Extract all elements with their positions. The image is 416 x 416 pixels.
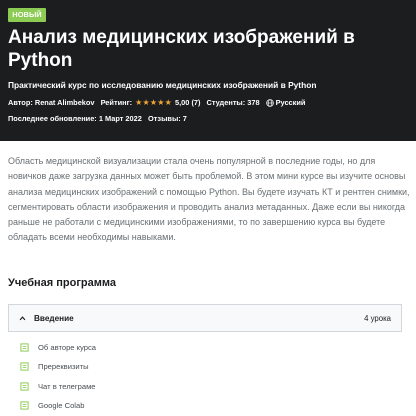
section-title: Введение [34, 313, 74, 323]
course-title: Анализ медицинских изображений в Python [8, 27, 355, 71]
reviews-count: Отзывы: 7 [148, 114, 187, 123]
chevron-up-icon [19, 315, 26, 320]
section-accordion-header[interactable]: Введение 4 урока [8, 304, 402, 332]
lesson-title: Об авторе курса [38, 343, 96, 353]
course-language: Русский [275, 98, 306, 107]
lesson-list: Об авторе курса Пререквизиты Чат в телег… [20, 338, 96, 415]
lesson-title: Пререквизиты [38, 362, 89, 372]
course-meta: Автор: Renat Alimbekov Рейтинг: ★★★★★ 5,… [8, 98, 305, 107]
course-header: НОВЫЙ Анализ медицинских изображений в P… [0, 0, 416, 141]
curriculum-title: Учебная программа [8, 277, 116, 289]
globe-icon [265, 98, 274, 107]
rating-label: Рейтинг: [100, 98, 133, 107]
lesson-item[interactable]: Об авторе курса [20, 338, 96, 357]
section-lesson-count: 4 урока [364, 313, 391, 323]
lesson-item[interactable]: Пререквизиты [20, 357, 96, 376]
students-count: Студенты: 378 [206, 98, 260, 107]
document-icon [20, 362, 29, 372]
document-icon [20, 343, 29, 352]
course-subtitle: Практический курс по исследованию медици… [8, 80, 317, 90]
document-icon [20, 382, 29, 391]
course-description: Область медицинской визуализации стала о… [8, 156, 410, 243]
document-icon [20, 401, 29, 410]
rating-stars: ★★★★★ [135, 98, 172, 107]
lesson-title: Чат в телеграме [38, 381, 96, 391]
last-updated: Последнее обновление: 1 Март 2022 [8, 114, 142, 123]
author-label: Автор: [8, 98, 33, 107]
rating-value: 5,00 (7) [175, 98, 201, 107]
author-link[interactable]: Renat Alimbekov [35, 98, 95, 107]
lesson-item[interactable]: Чат в телеграме [20, 377, 96, 396]
new-badge: НОВЫЙ [8, 8, 46, 22]
course-meta-secondary: Последнее обновление: 1 Март 2022 Отзывы… [8, 114, 187, 123]
lesson-item[interactable]: Google Colab [20, 396, 96, 415]
lesson-title: Google Colab [38, 401, 85, 411]
